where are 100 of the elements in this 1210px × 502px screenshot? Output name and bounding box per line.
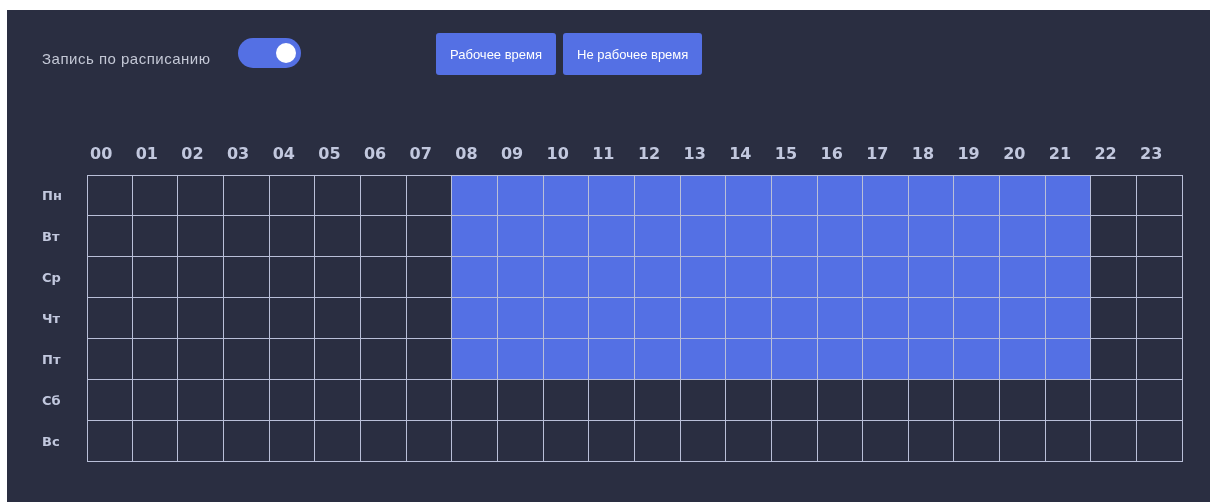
schedule-cell[interactable] [680,421,727,462]
schedule-cell[interactable] [1091,257,1138,298]
schedule-cell[interactable] [771,257,818,298]
schedule-cell[interactable] [771,175,818,216]
schedule-cell[interactable] [680,298,727,339]
schedule-cell[interactable] [1137,175,1183,216]
schedule-cell[interactable] [360,380,407,421]
schedule-cell[interactable] [178,175,224,216]
schedule-cell[interactable] [178,339,224,380]
schedule-cell[interactable] [406,175,453,216]
schedule-cell[interactable] [726,339,772,380]
schedule-cell[interactable] [360,175,407,216]
schedule-cell[interactable] [406,421,453,462]
schedule-cell[interactable] [954,380,1001,421]
schedule-cell[interactable] [360,421,407,462]
schedule-cell[interactable] [406,298,453,339]
schedule-cell[interactable] [178,298,224,339]
schedule-cell[interactable] [269,298,316,339]
schedule-cell[interactable] [497,339,544,380]
schedule-cell[interactable] [223,257,270,298]
schedule-cell[interactable] [1091,380,1138,421]
schedule-cell[interactable] [863,380,909,421]
schedule-cell[interactable] [543,298,590,339]
schedule-cell[interactable] [406,339,453,380]
schedule-cell[interactable] [178,257,224,298]
schedule-cell[interactable] [1045,298,1092,339]
schedule-cell[interactable] [452,339,498,380]
schedule-cell[interactable] [497,257,544,298]
schedule-cell[interactable] [863,216,909,257]
preset-button[interactable]: Не рабочее время [563,33,703,75]
schedule-cell[interactable] [954,257,1001,298]
schedule-cell[interactable] [589,257,635,298]
schedule-cell[interactable] [1091,298,1138,339]
schedule-cell[interactable] [680,175,727,216]
schedule-cell[interactable] [452,257,498,298]
schedule-cell[interactable] [87,175,133,216]
schedule-cell[interactable] [863,175,909,216]
schedule-cell[interactable] [315,339,361,380]
schedule-cell[interactable] [543,421,590,462]
schedule-cell[interactable] [497,175,544,216]
schedule-cell[interactable] [589,298,635,339]
schedule-cell[interactable] [315,298,361,339]
schedule-toggle[interactable] [238,38,301,68]
schedule-cell[interactable] [315,380,361,421]
schedule-cell[interactable] [132,298,179,339]
schedule-cell[interactable] [1091,421,1138,462]
schedule-cell[interactable] [863,421,909,462]
schedule-cell[interactable] [87,339,133,380]
schedule-cell[interactable] [223,298,270,339]
schedule-cell[interactable] [87,421,133,462]
schedule-cell[interactable] [634,380,681,421]
schedule-cell[interactable] [1091,175,1138,216]
schedule-cell[interactable] [452,380,498,421]
schedule-cell[interactable] [87,257,133,298]
schedule-cell[interactable] [132,175,179,216]
schedule-cell[interactable] [634,257,681,298]
schedule-cell[interactable] [223,216,270,257]
schedule-cell[interactable] [543,175,590,216]
schedule-cell[interactable] [315,175,361,216]
schedule-cell[interactable] [771,380,818,421]
schedule-cell[interactable] [726,175,772,216]
schedule-cell[interactable] [726,298,772,339]
schedule-cell[interactable] [1137,216,1183,257]
schedule-cell[interactable] [1000,421,1046,462]
schedule-cell[interactable] [908,339,955,380]
schedule-cell[interactable] [1137,339,1183,380]
schedule-cell[interactable] [954,339,1001,380]
schedule-cell[interactable] [452,298,498,339]
schedule-cell[interactable] [908,257,955,298]
schedule-cell[interactable] [1045,380,1092,421]
schedule-cell[interactable] [132,380,179,421]
schedule-cell[interactable] [269,216,316,257]
schedule-cell[interactable] [680,380,727,421]
schedule-cell[interactable] [178,216,224,257]
schedule-cell[interactable] [269,257,316,298]
schedule-cell[interactable] [543,257,590,298]
schedule-cell[interactable] [132,339,179,380]
schedule-cell[interactable] [817,339,864,380]
schedule-cell[interactable] [908,380,955,421]
schedule-cell[interactable] [589,421,635,462]
schedule-cell[interactable] [589,175,635,216]
schedule-cell[interactable] [360,257,407,298]
schedule-cell[interactable] [954,298,1001,339]
schedule-cell[interactable] [863,298,909,339]
schedule-cell[interactable] [406,257,453,298]
schedule-cell[interactable] [1137,380,1183,421]
schedule-cell[interactable] [223,380,270,421]
schedule-cell[interactable] [1091,216,1138,257]
preset-button[interactable]: Рабочее время [436,33,557,75]
schedule-cell[interactable] [1045,175,1092,216]
schedule-cell[interactable] [863,339,909,380]
schedule-cell[interactable] [908,175,955,216]
schedule-cell[interactable] [817,175,864,216]
schedule-cell[interactable] [1000,380,1046,421]
schedule-cell[interactable] [726,257,772,298]
schedule-cell[interactable] [315,421,361,462]
schedule-cell[interactable] [1000,216,1046,257]
schedule-cell[interactable] [1045,421,1092,462]
schedule-cell[interactable] [269,175,316,216]
schedule-cell[interactable] [680,339,727,380]
